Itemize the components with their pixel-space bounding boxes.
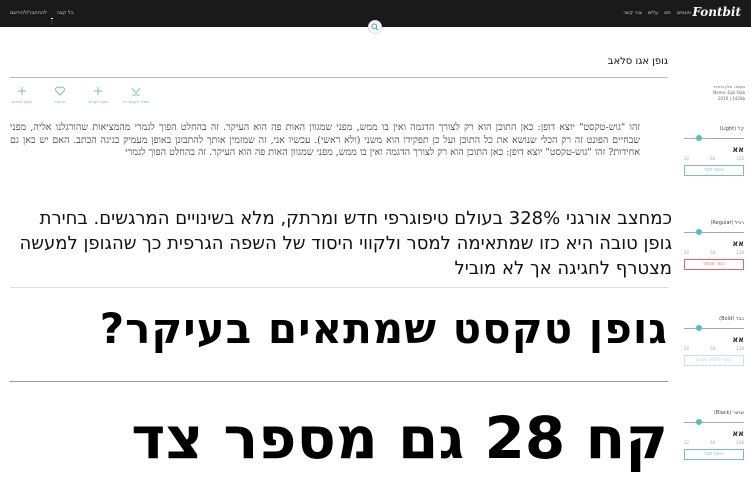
top-nav: פונטים חם עלים צור קשר bbox=[623, 10, 691, 16]
action-label: הוסף לפריט bbox=[11, 99, 33, 104]
search-icon bbox=[371, 23, 379, 31]
tick: 128 bbox=[736, 156, 744, 161]
remove-from-cart-button[interactable]: הסר מהסל bbox=[684, 259, 744, 270]
nav-item-hot[interactable]: חם bbox=[664, 10, 671, 16]
weight-regular: רגיל (Regular) אא 32 60 128 הסר מהסל bbox=[684, 220, 744, 270]
sample-large-text: גופן טקסט שמתאים בעיקר? bbox=[99, 304, 668, 353]
share-action[interactable]: שתף בקרוב bbox=[86, 85, 110, 104]
font-detail: גופן אגו סלאב הוסף לפריט אהבתי שתף בקרוב… bbox=[10, 50, 672, 501]
download-icon bbox=[131, 87, 141, 96]
divider bbox=[10, 77, 668, 78]
fontbit-logo[interactable]: Fontbit bbox=[692, 5, 741, 19]
nav-item-fonts[interactable]: פונטים bbox=[677, 10, 691, 16]
add-to-cart-button[interactable]: הוסף לסל bbox=[684, 449, 744, 460]
sample-medium-text: כמחצב אורגני 328% בעולם טיפוגרפי חדש ומר… bbox=[19, 208, 672, 279]
size-slider[interactable] bbox=[684, 325, 744, 331]
sample-paragraph: זהו "גוש-טקסט" יוצא דופן: כאן התוכן הוא … bbox=[10, 122, 640, 158]
font-actions: הוסף לפריט אהבתי שתף בקרוב שמור לקטגוריה bbox=[10, 85, 150, 104]
weight-name: שחור (Black) bbox=[713, 410, 744, 416]
slider-knob[interactable] bbox=[696, 325, 702, 331]
meta-info: 2016 | 142Kb bbox=[718, 96, 745, 101]
divider bbox=[10, 287, 668, 288]
download-action[interactable]: שמור לקטגוריה bbox=[122, 85, 150, 104]
add-to-account-button[interactable]: הוסף לפריט חשבון bbox=[684, 355, 744, 366]
weight-name: רגיל (Regular) bbox=[710, 220, 744, 226]
tick: 32 bbox=[684, 250, 690, 255]
weight-sample: אא bbox=[732, 335, 744, 344]
size-slider[interactable] bbox=[684, 229, 744, 235]
tick: 60 bbox=[710, 250, 716, 255]
cart-link[interactable]: כל קצה bbox=[57, 10, 74, 25]
weight-sample: אא bbox=[732, 429, 744, 438]
tick: 128 bbox=[736, 250, 744, 255]
size-slider[interactable] bbox=[684, 135, 744, 141]
tick: 60 bbox=[710, 156, 716, 161]
slider-knob[interactable] bbox=[696, 419, 702, 425]
weight-name: כבד (Bold) bbox=[719, 316, 744, 322]
heart-icon bbox=[55, 86, 65, 96]
like-action[interactable]: אהבתי bbox=[48, 85, 72, 104]
weight-sample: אא bbox=[732, 145, 744, 154]
weight-bold: כבד (Bold) אא 32 60 128 הוסף לפריט חשבון bbox=[684, 316, 744, 366]
login-link[interactable]: להתחבר/להירשם bbox=[10, 10, 47, 25]
tick: 60 bbox=[710, 440, 716, 445]
slider-knob[interactable] bbox=[696, 135, 702, 141]
tick: 128 bbox=[736, 440, 744, 445]
slider-knob[interactable] bbox=[696, 229, 702, 235]
nav-item-leaves[interactable]: עלים bbox=[648, 10, 658, 16]
tick: 32 bbox=[684, 156, 690, 161]
search-button[interactable] bbox=[368, 20, 382, 34]
tick: 60 bbox=[710, 346, 716, 351]
plus-icon bbox=[18, 87, 26, 95]
add-to-item-action[interactable]: הוסף לפריט bbox=[10, 85, 34, 104]
divider: | bbox=[50, 18, 53, 25]
action-label: שתף בקרוב bbox=[87, 99, 109, 104]
add-to-cart-button[interactable]: הוסף לסל bbox=[684, 165, 744, 176]
size-slider[interactable] bbox=[684, 419, 744, 425]
font-title: גופן אגו סלאב bbox=[607, 56, 668, 67]
sample-huge-text: קח 28 גם מספר צד bbox=[131, 404, 668, 472]
weight-black: שחור (Black) אא 32 60 128 הוסף לסל bbox=[684, 410, 744, 460]
divider bbox=[10, 381, 668, 382]
tick: 32 bbox=[684, 346, 690, 351]
weight-name: קל (Light) bbox=[719, 126, 744, 132]
account-links: להתחבר/להירשם | כל קצה bbox=[10, 10, 74, 25]
weight-sample: אא bbox=[732, 239, 744, 248]
tick: 128 bbox=[736, 346, 744, 351]
tick: 32 bbox=[684, 440, 690, 445]
weight-light: קל (Light) אא 32 60 128 הוסף לסל bbox=[684, 126, 744, 176]
action-label: שמור לקטגוריה bbox=[122, 99, 150, 104]
nav-item-contact[interactable]: צור קשר bbox=[623, 10, 642, 16]
share-icon bbox=[94, 87, 102, 95]
font-meta: מעצב: אלון גרודנר Name: Ego Slab 2016 | … bbox=[695, 84, 745, 102]
action-label: אהבתי bbox=[54, 99, 66, 104]
